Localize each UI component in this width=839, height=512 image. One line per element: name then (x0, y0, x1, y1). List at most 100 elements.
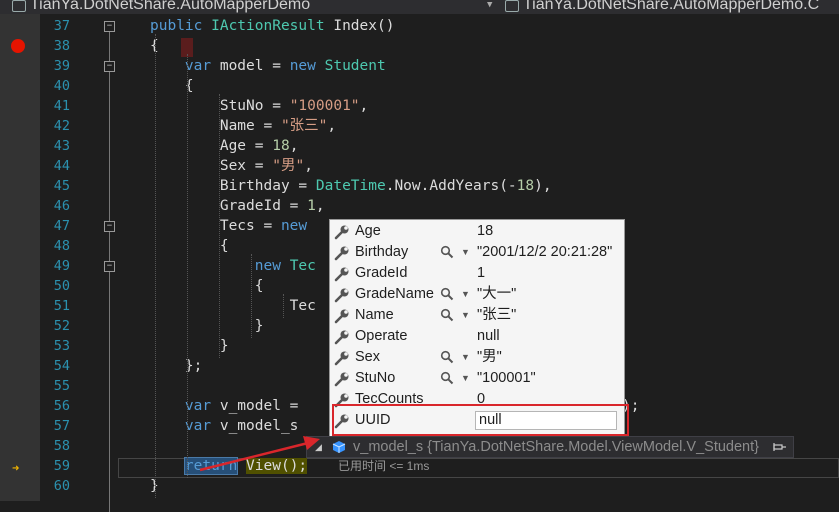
code-line[interactable]: 38{ (0, 36, 839, 56)
chevron-down-icon[interactable]: ▼ (461, 242, 470, 263)
code-line[interactable]: 44 Sex = "男", (0, 156, 839, 176)
member-value[interactable]: "2001/12/2 20:21:28" (477, 242, 612, 263)
data-tip-row[interactable]: GradeId 1 (330, 263, 624, 284)
data-tip-row[interactable]: Birthday ▼ "2001/12/2 20:21:28" (330, 242, 624, 263)
code-line[interactable]: 41 StuNo = "100001", (0, 96, 839, 116)
member-value[interactable]: "大一" (477, 284, 516, 305)
collapse-toggle-icon[interactable]: − (104, 221, 115, 232)
line-number: 39 (53, 58, 70, 74)
magnifier-icon[interactable] (440, 287, 454, 301)
tab-project-right[interactable]: TianYa.DotNetShare.AutoMapperDemo.C (505, 0, 819, 14)
cube-icon (332, 441, 346, 453)
data-tip-row[interactable]: Operate null (330, 326, 624, 347)
code-text[interactable]: return View(); (150, 456, 308, 476)
line-number: 56 (53, 398, 70, 414)
chevron-down-icon[interactable]: ▼ (461, 284, 470, 305)
code-line[interactable]: 59 return View(); 已用时间 <= 1ms (0, 456, 839, 476)
member-name: Sex (355, 349, 380, 365)
collapse-arrow-icon[interactable]: ◢ (315, 437, 322, 457)
code-text[interactable]: var model = new Student (150, 56, 386, 76)
line-number: 55 (53, 378, 70, 394)
collapse-toggle-icon[interactable]: − (104, 21, 115, 32)
magnifier-icon[interactable] (440, 245, 454, 259)
chevron-down-icon[interactable]: ▼ (461, 305, 470, 326)
line-number: 58 (53, 438, 70, 454)
code-line[interactable]: 37 public IActionResult Index() (0, 16, 839, 36)
collapse-toggle-icon[interactable]: − (104, 261, 115, 272)
chevron-down-icon[interactable]: ▼ (461, 368, 470, 389)
code-line[interactable]: 43 Age = 18, (0, 136, 839, 156)
magnifier-icon[interactable] (440, 371, 454, 385)
member-name: Age (355, 223, 381, 239)
code-text[interactable]: }; (150, 356, 202, 376)
code-text[interactable]: StuNo = "100001", (150, 96, 368, 116)
line-number: 59 (53, 458, 70, 474)
member-value[interactable]: 1 (477, 263, 485, 284)
data-tip-row[interactable]: Age 18 (330, 221, 624, 242)
data-tip-header[interactable]: ◢ v_model_s {TianYa.DotNetShare.Model.Vi… (306, 436, 794, 458)
member-value[interactable]: "男" (477, 347, 502, 368)
member-value[interactable]: "100001" (477, 368, 536, 389)
tab-label: TianYa.DotNetShare.AutoMapperDemo.C (523, 0, 820, 13)
code-line[interactable]: 42 Name = "张三", (0, 116, 839, 136)
code-text[interactable]: public IActionResult Index() (150, 16, 394, 36)
line-number: 48 (53, 238, 70, 254)
code-text[interactable]: } (150, 336, 229, 356)
collapse-toggle-icon[interactable]: − (104, 61, 115, 72)
code-text[interactable]: Age = 18, (150, 136, 299, 156)
line-number: 42 (53, 118, 70, 134)
code-text[interactable]: Birthday = DateTime.Now.AddYears(-18), (150, 176, 552, 196)
code-line[interactable]: 45 Birthday = DateTime.Now.AddYears(-18)… (0, 176, 839, 196)
member-name: StuNo (355, 370, 396, 386)
line-number: 44 (53, 158, 70, 174)
pin-icon[interactable] (773, 440, 787, 454)
code-line[interactable]: 46 GradeId = 1, (0, 196, 839, 216)
code-text[interactable]: Tecs = new (150, 216, 307, 236)
document-tab-bar: TianYa.DotNetShare.AutoMapperDemo ▼ Tian… (0, 0, 839, 14)
code-text[interactable]: GradeId = 1, (150, 196, 325, 216)
data-tip-row[interactable]: GradeName ▼ "大一" (330, 284, 624, 305)
code-text[interactable]: Sex = "男", (150, 156, 313, 176)
member-value[interactable]: 18 (477, 221, 493, 242)
code-text[interactable]: Tec (150, 296, 316, 316)
annotation-highlight-rect (332, 404, 629, 436)
line-number: 37 (53, 18, 70, 34)
code-text[interactable]: var v_model_s (150, 416, 299, 436)
member-name: Operate (355, 328, 408, 344)
code-text[interactable]: } (150, 316, 264, 336)
member-name: Birthday (355, 244, 409, 260)
code-text[interactable]: var v_model = (150, 396, 307, 416)
member-value[interactable]: "张三" (477, 305, 516, 326)
indent-guide (251, 254, 252, 338)
indent-guide (155, 34, 156, 498)
code-line[interactable]: 39 var model = new Student (0, 56, 839, 76)
code-line[interactable]: 40 { (0, 76, 839, 96)
magnifier-icon[interactable] (440, 350, 454, 364)
member-value[interactable]: null (477, 326, 500, 347)
chevron-down-icon[interactable]: ▼ (461, 347, 470, 368)
current-statement-arrow-icon: ➜ (12, 461, 20, 475)
member-name: Name (355, 307, 394, 323)
tab-project-left[interactable]: TianYa.DotNetShare.AutoMapperDemo (12, 0, 310, 14)
line-number: 51 (53, 298, 70, 314)
code-text[interactable]: { (150, 276, 264, 296)
data-tip-row[interactable]: StuNo ▼ "100001" (330, 368, 624, 389)
code-text[interactable]: Name = "张三", (150, 116, 336, 136)
perf-tip: 已用时间 <= 1ms (338, 459, 430, 473)
chevron-down-icon[interactable]: ▼ (487, 0, 497, 10)
breakpoint-icon[interactable] (11, 39, 25, 53)
data-tip-row[interactable]: Name ▼ "张三" (330, 305, 624, 326)
code-text[interactable]: { (150, 236, 229, 256)
project-icon (12, 0, 26, 12)
wrench-icon (334, 288, 349, 303)
line-number: 52 (53, 318, 70, 334)
line-number: 38 (53, 38, 70, 54)
data-tip-text: v_model_s {TianYa.DotNetShare.Model.View… (353, 439, 759, 455)
code-line[interactable]: 60} (0, 476, 839, 496)
data-tip-row[interactable]: Sex ▼ "男" (330, 347, 624, 368)
code-text[interactable]: new Tec (150, 256, 316, 276)
line-number: 53 (53, 338, 70, 354)
magnifier-icon[interactable] (440, 308, 454, 322)
line-number: 45 (53, 178, 70, 194)
wrench-icon (334, 246, 349, 261)
